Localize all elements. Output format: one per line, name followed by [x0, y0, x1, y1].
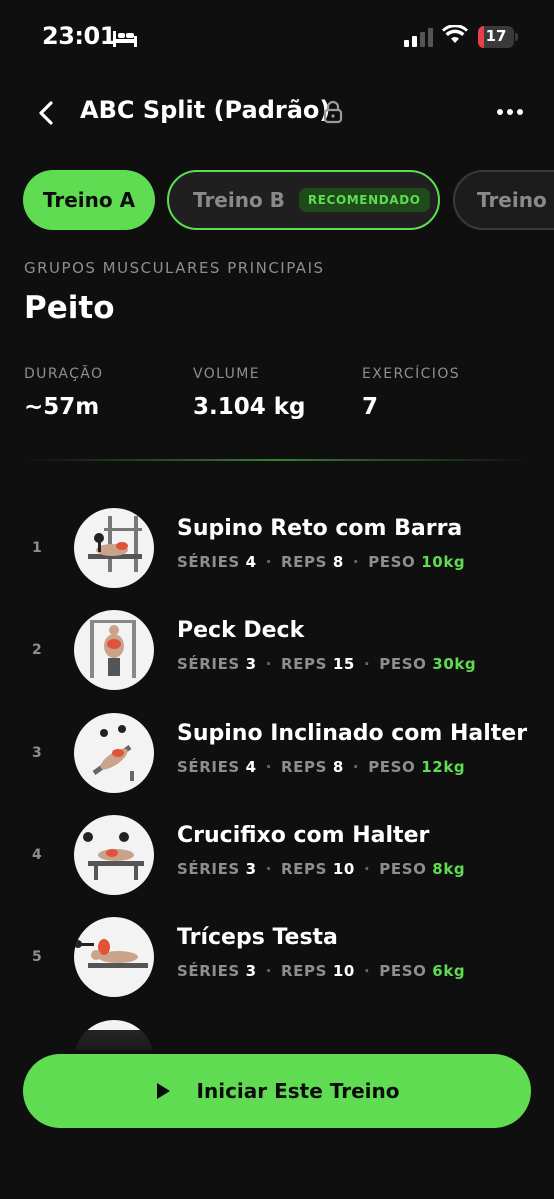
tab-label: Treino C [477, 188, 554, 212]
exercise-meta: SÉRIES 4 · REPS 8 · PESO 12kg [177, 758, 465, 776]
stat-exercises-label: EXERCÍCIOS [362, 366, 461, 382]
stat-volume-value: 3.104 kg [193, 394, 306, 420]
status-bar: 23:01 17 [0, 0, 554, 78]
peso-value: 10kg [421, 553, 466, 571]
exercise-thumbnail [74, 713, 154, 793]
tab-label: Treino B [193, 188, 285, 212]
exercise-thumbnail [74, 508, 154, 588]
reps-value: 15 [332, 655, 355, 673]
exercise-index: 1 [32, 540, 42, 556]
exercise-meta: SÉRIES 3 · REPS 15 · PESO 30kg [177, 655, 476, 673]
separator: · [352, 553, 360, 571]
cellular-signal-icon [404, 28, 433, 47]
back-arrow-icon[interactable] [34, 98, 60, 128]
series-value: 4 [245, 553, 257, 571]
start-workout-label: Iniciar Este Treino [196, 1079, 400, 1103]
reps-value: 10 [332, 860, 355, 878]
exercise-item[interactable]: 1 Supino Reto com Barra SÉRIES 4 · REPS 8 ·… [0, 508, 554, 592]
separator: · [352, 758, 360, 776]
status-time: 23:01 [42, 22, 116, 50]
separator: · [363, 962, 371, 980]
reps-value: 8 [332, 553, 344, 571]
exercise-item[interactable]: 5 Tríceps Testa SÉRIES 3 · REPS 10 · PESO 6k… [0, 917, 554, 1001]
exercise-meta: SÉRIES 3 · REPS 10 · PESO 6kg [177, 962, 465, 980]
series-label: SÉRIES [177, 655, 240, 673]
series-label: SÉRIES [177, 962, 240, 980]
recommended-badge: RECOMENDADO [298, 188, 430, 212]
peso-label: PESO [368, 553, 416, 571]
exercise-index: 5 [32, 949, 42, 965]
peso-value: 12kg [421, 758, 466, 776]
exercise-index: 2 [32, 642, 42, 658]
exercise-name: Crucifixo com Halter [177, 823, 430, 848]
reps-label: REPS [281, 860, 328, 878]
exercise-name: Supino Reto com Barra [177, 516, 463, 541]
peso-value: 6kg [432, 962, 466, 980]
series-value: 4 [245, 758, 257, 776]
separator: · [265, 962, 273, 980]
series-value: 3 [245, 962, 257, 980]
muscle-groups-value: Peito [24, 290, 115, 326]
exercise-name: Tríceps Testa [177, 925, 338, 950]
peso-value: 30kg [432, 655, 477, 673]
stat-exercises-value: 7 [362, 394, 379, 420]
series-value: 3 [245, 860, 257, 878]
separator: · [265, 860, 273, 878]
reps-label: REPS [281, 655, 328, 673]
muscle-groups-label: GRUPOS MUSCULARES PRINCIPAIS [24, 259, 325, 277]
workout-tabs: Treino A Treino B RECOMENDADO Treino C [0, 170, 554, 232]
tab-treino-b[interactable]: Treino B RECOMENDADO [167, 170, 440, 230]
battery-level: 17 [485, 27, 507, 45]
exercise-index: 3 [32, 745, 42, 761]
battery-tip [515, 33, 518, 41]
peso-label: PESO [379, 655, 427, 673]
separator: · [265, 758, 273, 776]
reps-value: 8 [332, 758, 344, 776]
exercise-thumbnail [74, 815, 154, 895]
series-label: SÉRIES [177, 553, 240, 571]
peso-label: PESO [368, 758, 416, 776]
exercise-item[interactable]: 2 Peck Deck SÉRIES 3 · REPS 15 · PESO 30kg [0, 610, 554, 694]
reps-label: REPS [281, 962, 328, 980]
series-label: SÉRIES [177, 860, 240, 878]
separator: · [265, 655, 273, 673]
exercise-name: Peck Deck [177, 618, 305, 643]
divider [24, 459, 530, 461]
peso-value: 8kg [432, 860, 466, 878]
separator: · [363, 655, 371, 673]
tab-label: Treino A [42, 188, 136, 212]
exercise-item[interactable]: 3 Supino Inclinado com Halter SÉRIES 4 · R… [0, 713, 554, 797]
tab-treino-a[interactable]: Treino A [23, 170, 155, 230]
battery-icon: 17 [478, 26, 514, 48]
start-workout-button[interactable]: Iniciar Este Treino [23, 1054, 531, 1128]
sleep-mode-icon [113, 31, 137, 47]
separator: · [265, 553, 273, 571]
lock-icon [323, 100, 343, 124]
more-options-icon[interactable] [494, 100, 526, 124]
peso-label: PESO [379, 962, 427, 980]
exercise-thumbnail [74, 610, 154, 690]
play-icon [156, 1083, 170, 1099]
tab-treino-c[interactable]: Treino C [453, 170, 554, 230]
stat-duration-label: DURAÇÃO [24, 366, 104, 382]
series-label: SÉRIES [177, 758, 240, 776]
peso-label: PESO [379, 860, 427, 878]
stat-volume-label: VOLUME [193, 366, 261, 382]
exercise-thumbnail [74, 917, 154, 997]
exercise-name: Supino Inclinado com Halter [177, 721, 528, 746]
exercise-item[interactable]: 4 Crucifixo com Halter SÉRIES 3 · REPS 10 ·… [0, 815, 554, 899]
reps-label: REPS [281, 553, 328, 571]
reps-label: REPS [281, 758, 328, 776]
page-title: ABC Split (Padrão) [80, 96, 331, 124]
reps-value: 10 [332, 962, 355, 980]
exercise-meta: SÉRIES 3 · REPS 10 · PESO 8kg [177, 860, 465, 878]
wifi-icon [442, 25, 468, 43]
separator: · [363, 860, 371, 878]
series-value: 3 [245, 655, 257, 673]
stat-duration-value: ~57m [24, 394, 100, 420]
exercise-index: 4 [32, 847, 42, 863]
exercise-meta: SÉRIES 4 · REPS 8 · PESO 10kg [177, 553, 465, 571]
